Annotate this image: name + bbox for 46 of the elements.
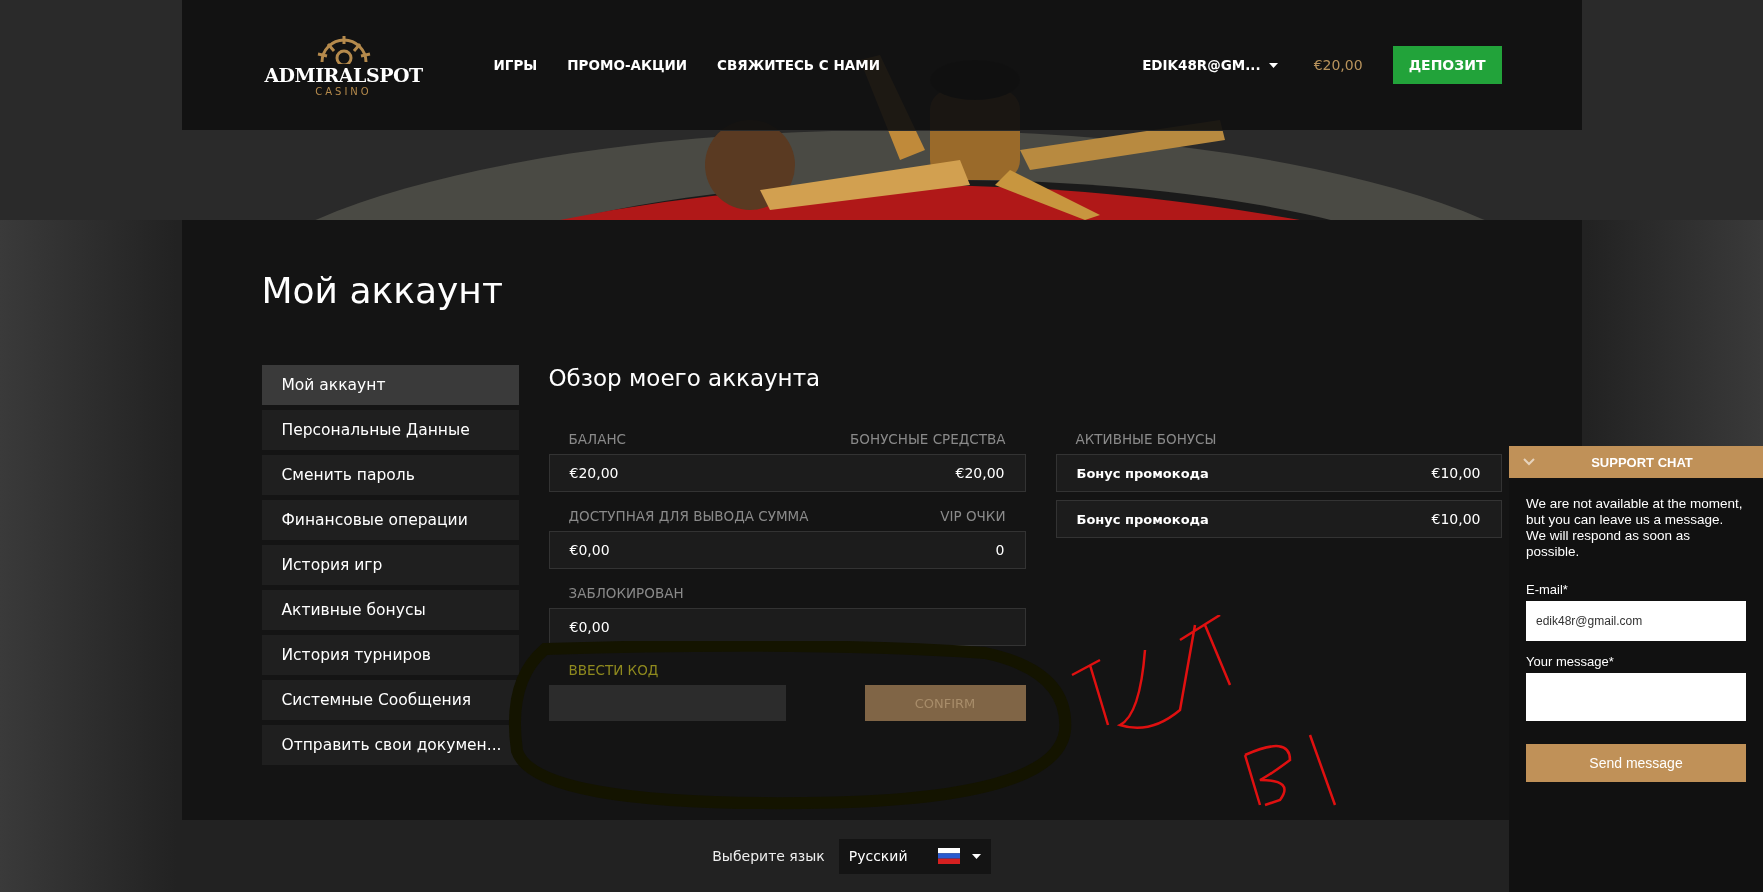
bonus-name: Бонус промокода [1076,511,1209,527]
user-menu[interactable]: EDIK48R@GM... [1136,56,1284,74]
sidebar-item[interactable]: Сменить пароль [261,455,519,495]
chevron-down-icon[interactable] [1523,458,1535,466]
sidebar-item[interactable]: История игр [261,545,519,585]
stat-value: €0,00 [569,619,610,635]
stat-value: €20,00 [955,465,1005,481]
stat-label: ДОСТУПНАЯ ДЛЯ ВЫВОДА СУММА [568,508,809,524]
sidebar-item[interactable]: Системные Сообщения [261,680,519,720]
email-field[interactable]: edik48r@gmail.com [1526,601,1746,641]
sidebar-item[interactable]: Активные бонусы [261,590,519,630]
caret-icon [1268,62,1278,68]
bonus-amount: €10,00 [1431,511,1481,527]
code-label: ВВЕСТИ КОД [568,662,659,678]
section-title: Обзор моего аккаунта [548,365,822,391]
stat-label: ЗАБЛОКИРОВАН [568,585,684,601]
page-title: Мой аккаунт [261,270,504,311]
caret-icon [971,853,981,859]
sidebar-item[interactable]: Мой аккаунт [261,365,519,405]
nav-link[interactable]: ИГРЫ [493,57,538,73]
stat-value: 0 [995,542,1005,558]
stat-value: €20,00 [569,465,619,481]
language-label: Выберите язык [712,848,825,864]
stat-label: БАЛАНС [568,431,626,447]
balance-amount: €20,00 [1313,57,1363,73]
section-label: АКТИВНЫЕ БОНУСЫ [1075,431,1217,447]
stat-label: VIP ОЧКИ [940,508,1006,524]
logo-name: ADMIRALSPOT [264,63,423,86]
bonus-name: Бонус промокода [1076,465,1209,481]
flag-icon [937,848,960,864]
sidebar-item[interactable]: История турниров [261,635,519,675]
sidebar-item[interactable]: Персональные Данные [261,410,519,450]
code-input-field[interactable] [548,685,786,721]
nav-link[interactable]: СВЯЖИТЕСЬ С НАМИ [717,57,880,73]
field-label: Your message* [1526,654,1615,669]
logo-subtitle: CASINO [315,85,372,97]
sidebar-item[interactable]: Отправить свои докумен... [261,725,519,765]
chat-message: We are not available at the moment, but you can leave us a message. We will respond as soon as possible. [1526,496,1744,560]
message-field[interactable] [1526,673,1746,721]
sidebar-item[interactable]: Финансовые операции [261,500,519,540]
language-select[interactable]: Русский [838,838,991,874]
nav-link[interactable]: ПРОМО-АКЦИИ [567,57,688,73]
field-label: E-mail* [1526,582,1569,597]
stat-value: €0,00 [569,542,610,558]
stat-label: БОНУСНЫЕ СРЕДСТВА [850,431,1006,447]
bonus-amount: €10,00 [1431,465,1481,481]
